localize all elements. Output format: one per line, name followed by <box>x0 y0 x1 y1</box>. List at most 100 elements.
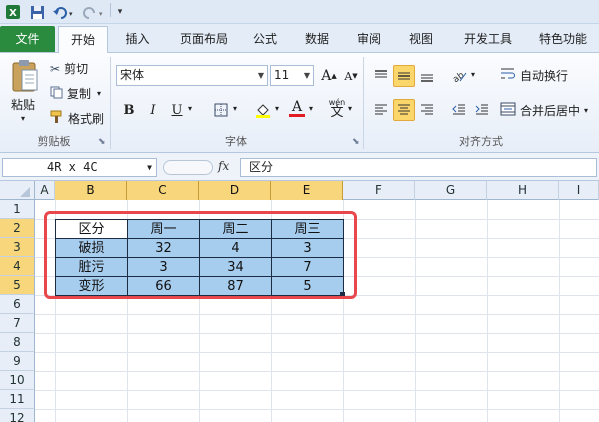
font-name-combo[interactable]: 宋体 ▼ <box>116 65 268 86</box>
column-header-d[interactable]: D <box>199 181 271 200</box>
merge-dropdown-icon[interactable]: ▾ <box>584 106 588 115</box>
gridline <box>35 390 599 391</box>
row-header-2[interactable]: 2 <box>0 219 35 238</box>
underline-dropdown-icon[interactable]: ▾ <box>188 104 192 113</box>
tab-file[interactable]: 文件 <box>0 26 55 52</box>
bold-button[interactable]: B <box>118 99 140 121</box>
column-header-h[interactable]: H <box>487 181 559 200</box>
row-header-9[interactable]: 9 <box>0 352 35 371</box>
formula-bar-resize-handle[interactable] <box>163 160 213 175</box>
tab-formulas[interactable]: 公式 <box>245 26 285 53</box>
paste-icon[interactable] <box>8 57 42 97</box>
align-right-icon[interactable] <box>416 99 438 121</box>
fill-color-dropdown-icon[interactable]: ▾ <box>275 104 279 113</box>
font-name-value: 宋体 <box>120 68 145 82</box>
font-launcher-icon[interactable]: ⬊ <box>352 137 360 147</box>
ribbon-tabs: 文件 开始 插入 页面布局 公式 数据 审阅 视图 开发工具 特色功能 <box>0 24 599 54</box>
font-color-dropdown-icon[interactable]: ▾ <box>309 104 313 113</box>
clipboard-launcher-icon[interactable]: ⬊ <box>98 137 106 147</box>
svg-text:▾: ▾ <box>69 10 73 18</box>
increase-indent-icon[interactable] <box>471 99 493 121</box>
cut-button[interactable]: ✂ 剪切 <box>50 60 88 77</box>
align-center-icon[interactable] <box>393 99 415 121</box>
ribbon-home: 粘贴 ▾ ✂ 剪切 复制 ▾ 格式刷 剪贴板 ⬊ 宋体 ▼ 11 ▼ A ▲ A ▼… <box>0 53 599 153</box>
paste-dropdown-icon[interactable]: ▾ <box>21 114 25 123</box>
redo-icon[interactable]: ▾ <box>80 3 106 21</box>
row-header-10[interactable]: 10 <box>0 371 35 390</box>
merge-center-button[interactable]: 合并后居中 ▾ <box>500 102 588 119</box>
wrap-text-button[interactable]: 自动换行 <box>500 67 568 84</box>
row-header-8[interactable]: 8 <box>0 333 35 352</box>
column-header-g[interactable]: G <box>415 181 487 200</box>
column-header-e[interactable]: E <box>271 181 343 200</box>
row-header-12[interactable]: 12 <box>0 409 35 422</box>
format-painter-button[interactable]: 格式刷 <box>50 110 104 127</box>
row-header-5[interactable]: 5 <box>0 276 35 295</box>
save-icon[interactable] <box>28 3 46 21</box>
tab-insert[interactable]: 插入 <box>115 26 160 53</box>
quick-access-toolbar: X ▾ ▾ ▾ <box>0 0 599 24</box>
row-header-6[interactable]: 6 <box>0 295 35 314</box>
shrink-font-icon[interactable]: A ▼ <box>340 65 362 87</box>
tab-data[interactable]: 数据 <box>296 26 338 53</box>
phonetic-icon[interactable]: wén 文 <box>326 97 348 119</box>
underline-button[interactable]: U <box>166 99 188 121</box>
tab-review[interactable]: 审阅 <box>349 26 389 53</box>
copy-dropdown-icon[interactable]: ▾ <box>97 89 101 98</box>
font-size-combo[interactable]: 11 ▼ <box>270 65 314 86</box>
orientation-icon[interactable]: ab <box>448 65 470 87</box>
phonetic-dropdown-icon[interactable]: ▾ <box>348 104 352 113</box>
paste-button[interactable]: 粘贴 <box>11 96 35 113</box>
name-box-dropdown-icon[interactable]: ▼ <box>147 159 152 176</box>
align-top-icon[interactable] <box>370 65 392 87</box>
tab-special-features[interactable]: 特色功能 <box>530 26 596 53</box>
merge-center-label: 合并后居中 <box>520 104 581 118</box>
tab-view[interactable]: 视图 <box>400 26 442 53</box>
align-bottom-icon[interactable] <box>416 65 438 87</box>
font-color-letter: A <box>291 98 303 115</box>
orientation-dropdown-icon[interactable]: ▾ <box>471 70 475 79</box>
merge-center-icon <box>500 102 516 119</box>
undo-icon[interactable]: ▾ <box>50 3 76 21</box>
gridline <box>559 200 560 422</box>
row-header-4[interactable]: 4 <box>0 257 35 276</box>
wrap-text-icon <box>500 67 516 84</box>
insert-function-icon[interactable]: fx <box>218 159 229 173</box>
column-header-a[interactable]: A <box>35 181 55 200</box>
column-header-f[interactable]: F <box>343 181 415 200</box>
select-all-corner[interactable] <box>0 181 35 200</box>
borders-icon[interactable] <box>210 99 232 121</box>
font-size-value: 11 <box>274 68 290 82</box>
gridline <box>35 409 599 410</box>
fill-color-icon[interactable] <box>252 99 274 121</box>
align-left-icon[interactable] <box>370 99 392 121</box>
gridline <box>487 200 488 422</box>
format-painter-label: 格式刷 <box>68 112 105 126</box>
tab-page-layout[interactable]: 页面布局 <box>170 26 238 53</box>
grow-font-icon[interactable]: A ▲ <box>318 65 340 87</box>
copy-button[interactable]: 复制 ▾ <box>50 85 101 102</box>
align-middle-icon[interactable] <box>393 65 415 87</box>
customize-qat-icon[interactable]: ▾ <box>114 3 126 21</box>
chevron-down-icon[interactable]: ▼ <box>304 66 310 85</box>
gridline <box>35 333 599 334</box>
gridline <box>415 200 416 422</box>
column-header-i[interactable]: I <box>559 181 599 200</box>
row-header-7[interactable]: 7 <box>0 314 35 333</box>
column-header-c[interactable]: C <box>127 181 199 200</box>
font-color-icon[interactable]: A <box>286 97 308 119</box>
row-header-11[interactable]: 11 <box>0 390 35 409</box>
row-header-3[interactable]: 3 <box>0 238 35 257</box>
row-header-1[interactable]: 1 <box>0 200 35 219</box>
italic-button[interactable]: I <box>142 99 164 121</box>
chevron-down-icon[interactable]: ▼ <box>258 66 264 85</box>
tab-home[interactable]: 开始 <box>58 26 108 54</box>
borders-dropdown-icon[interactable]: ▾ <box>233 104 237 113</box>
tab-developer[interactable]: 开发工具 <box>455 26 521 53</box>
name-box[interactable]: 4R x 4C ▼ <box>2 158 157 177</box>
decrease-indent-icon[interactable] <box>448 99 470 121</box>
column-header-b[interactable]: B <box>55 181 127 200</box>
gridline <box>35 352 599 353</box>
group-label-alignment: 对齐方式 <box>459 135 503 148</box>
formula-input[interactable]: 区分 <box>240 158 597 177</box>
